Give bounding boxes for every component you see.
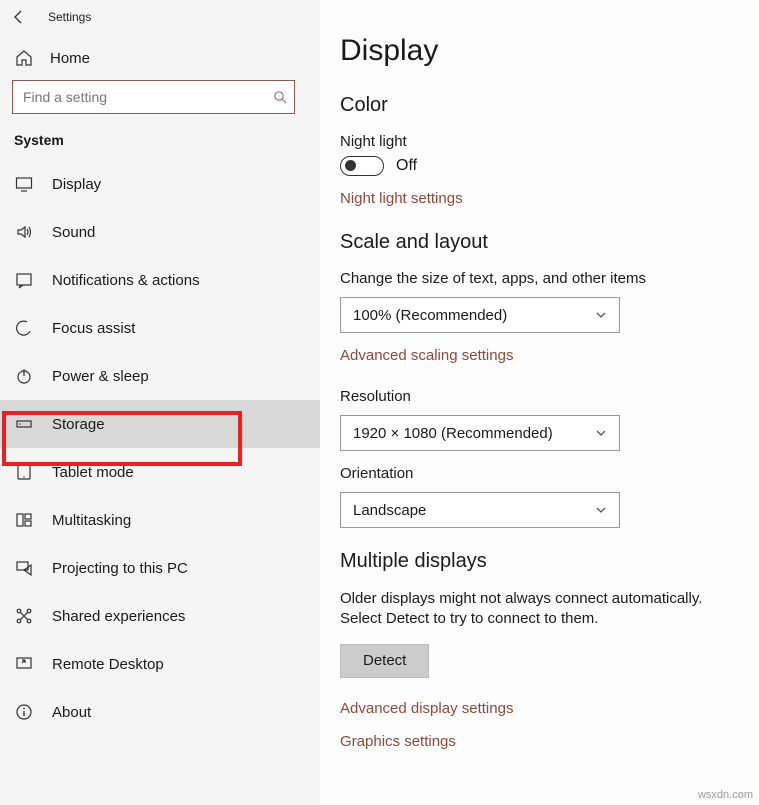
orientation-label: Orientation bbox=[340, 465, 759, 482]
text-size-select[interactable]: 100% (Recommended) bbox=[340, 297, 620, 333]
night-light-toggle[interactable] bbox=[340, 156, 384, 176]
sidebar-item-home[interactable]: Home bbox=[0, 30, 320, 80]
orientation-select[interactable]: Landscape bbox=[340, 492, 620, 528]
tablet-icon bbox=[14, 462, 34, 482]
sidebar-item-label: Power & sleep bbox=[52, 368, 149, 385]
sidebar-item-multitasking[interactable]: Multitasking bbox=[0, 496, 320, 544]
projecting-icon bbox=[14, 558, 34, 578]
storage-icon bbox=[14, 414, 34, 434]
text-size-label: Change the size of text, apps, and other… bbox=[340, 270, 759, 287]
multitasking-icon bbox=[14, 510, 34, 530]
window-title: Settings bbox=[48, 10, 91, 24]
main-content: Display Color Night light Off Night ligh… bbox=[320, 0, 759, 805]
resolution-label: Resolution bbox=[340, 388, 759, 405]
sidebar-item-label: Storage bbox=[52, 416, 105, 433]
night-light-settings-link[interactable]: Night light settings bbox=[340, 190, 463, 207]
text-size-value: 100% (Recommended) bbox=[353, 307, 507, 324]
page-title: Display bbox=[340, 34, 759, 68]
chevron-down-icon bbox=[595, 427, 607, 439]
back-icon[interactable] bbox=[10, 8, 28, 26]
power-icon bbox=[14, 366, 34, 386]
sidebar-item-shared-experiences[interactable]: Shared experiences bbox=[0, 592, 320, 640]
sidebar-item-tablet-mode[interactable]: Tablet mode bbox=[0, 448, 320, 496]
sidebar-item-label: Display bbox=[52, 176, 101, 193]
sound-icon bbox=[14, 222, 34, 242]
sidebar: Settings Home System Display bbox=[0, 0, 320, 805]
night-light-label: Night light bbox=[340, 133, 759, 150]
detect-button[interactable]: Detect bbox=[340, 644, 429, 678]
sidebar-item-label: Multitasking bbox=[52, 512, 131, 529]
display-icon bbox=[14, 174, 34, 194]
sidebar-item-label: About bbox=[52, 704, 91, 721]
sidebar-item-label: Tablet mode bbox=[52, 464, 134, 481]
sidebar-item-power-sleep[interactable]: Power & sleep bbox=[0, 352, 320, 400]
chevron-down-icon bbox=[595, 309, 607, 321]
multi-display-desc: Older displays might not always connect … bbox=[340, 589, 745, 630]
watermark: wsxdn.com bbox=[698, 789, 753, 801]
sidebar-item-about[interactable]: About bbox=[0, 688, 320, 736]
orientation-value: Landscape bbox=[353, 502, 426, 519]
search-box[interactable] bbox=[12, 80, 295, 114]
focus-assist-icon bbox=[14, 318, 34, 338]
shared-icon bbox=[14, 606, 34, 626]
search-icon bbox=[266, 90, 294, 104]
graphics-settings-link[interactable]: Graphics settings bbox=[340, 733, 759, 750]
home-label: Home bbox=[50, 50, 90, 67]
resolution-select[interactable]: 1920 × 1080 (Recommended) bbox=[340, 415, 620, 451]
sidebar-item-remote-desktop[interactable]: Remote Desktop bbox=[0, 640, 320, 688]
search-wrap bbox=[0, 80, 320, 132]
window-top-row: Settings bbox=[0, 0, 320, 30]
sidebar-item-label: Projecting to this PC bbox=[52, 560, 188, 577]
chevron-down-icon bbox=[595, 504, 607, 516]
search-input[interactable] bbox=[13, 89, 266, 105]
about-icon bbox=[14, 702, 34, 722]
sidebar-nav: Display Sound Notifications & actions Fo… bbox=[0, 160, 320, 736]
remote-desktop-icon bbox=[14, 654, 34, 674]
section-color-heading: Color bbox=[340, 94, 759, 117]
sidebar-item-sound[interactable]: Sound bbox=[0, 208, 320, 256]
sidebar-item-storage[interactable]: Storage bbox=[0, 400, 320, 448]
sidebar-item-projecting[interactable]: Projecting to this PC bbox=[0, 544, 320, 592]
sidebar-section-label: System bbox=[0, 132, 320, 160]
home-icon bbox=[14, 48, 34, 68]
sidebar-item-label: Notifications & actions bbox=[52, 272, 200, 289]
sidebar-item-label: Shared experiences bbox=[52, 608, 185, 625]
sidebar-item-display[interactable]: Display bbox=[0, 160, 320, 208]
section-scale-heading: Scale and layout bbox=[340, 231, 759, 254]
advanced-scaling-link[interactable]: Advanced scaling settings bbox=[340, 347, 513, 364]
sidebar-item-label: Remote Desktop bbox=[52, 656, 164, 673]
sidebar-item-label: Focus assist bbox=[52, 320, 135, 337]
sidebar-item-notifications[interactable]: Notifications & actions bbox=[0, 256, 320, 304]
advanced-display-link[interactable]: Advanced display settings bbox=[340, 700, 759, 717]
section-multi-heading: Multiple displays bbox=[340, 550, 759, 573]
resolution-value: 1920 × 1080 (Recommended) bbox=[353, 425, 553, 442]
sidebar-item-label: Sound bbox=[52, 224, 95, 241]
sidebar-item-focus-assist[interactable]: Focus assist bbox=[0, 304, 320, 352]
notifications-icon bbox=[14, 270, 34, 290]
night-light-state: Off bbox=[396, 157, 417, 175]
